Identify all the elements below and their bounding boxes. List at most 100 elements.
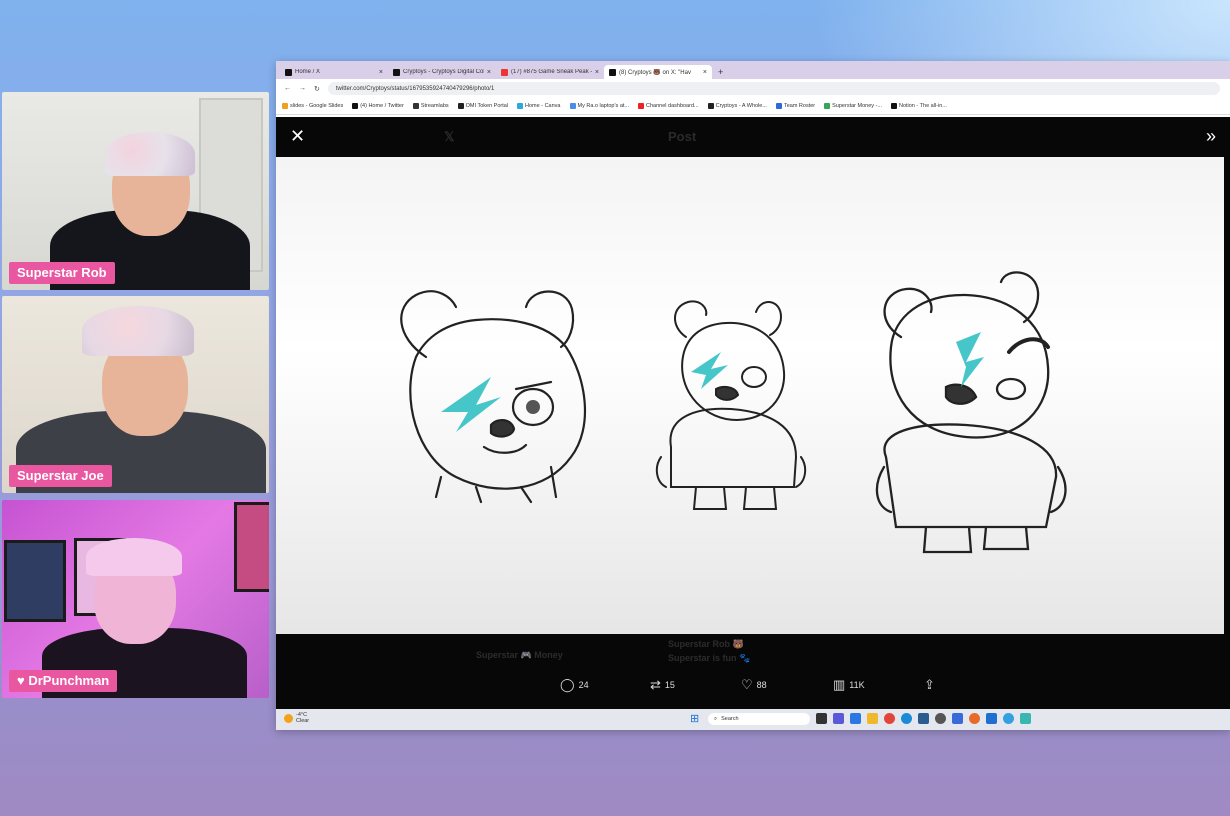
bookmark-icon xyxy=(707,103,714,109)
heart-icon: ♥ xyxy=(17,673,29,688)
close-tab-icon[interactable]: × xyxy=(703,69,707,76)
task-view-icon[interactable] xyxy=(816,713,827,724)
bookmark[interactable]: Home - Canva xyxy=(517,103,561,109)
firefox-icon[interactable] xyxy=(969,713,980,724)
x-icon xyxy=(393,68,400,76)
bookmark[interactable]: (4) Home / Twitter xyxy=(352,103,404,109)
comment-icon: ◯ xyxy=(560,677,575,692)
heart-icon: ♡ xyxy=(741,677,753,692)
view-count: 11K xyxy=(849,680,865,690)
participant-name-tag: ♥ DrPunchman xyxy=(9,670,118,692)
background-post-text: Superstar is fun 🐾 xyxy=(668,653,751,663)
x-icon xyxy=(609,68,616,76)
bookmark[interactable]: Cryptoys - A Whole... xyxy=(707,103,767,109)
reply-button[interactable]: ◯ 24 xyxy=(560,677,589,693)
weather-text: Clear xyxy=(296,718,310,724)
teams-icon[interactable] xyxy=(833,713,844,724)
background-post-text: Superstar 🎮 Money xyxy=(476,650,563,660)
new-tab-button[interactable]: + xyxy=(712,67,729,79)
security-icon[interactable] xyxy=(986,713,997,724)
webcam-tile-joe: Superstar Joe xyxy=(2,296,269,493)
sun-icon xyxy=(284,713,293,723)
x-logo-icon: 𝕏 xyxy=(444,129,455,144)
bookmark[interactable]: OMI Token Portal xyxy=(457,103,509,109)
tab-home[interactable]: Home / X × xyxy=(280,65,388,79)
back-icon[interactable]: ← xyxy=(284,85,291,92)
person-cap xyxy=(105,132,195,176)
chrome-profile-icon[interactable] xyxy=(1003,713,1014,724)
bear-scar-mark xyxy=(691,352,728,389)
close-tab-icon[interactable]: × xyxy=(379,69,383,76)
tab-title: (8) Cryptoys 🐻 on X: "Hav xyxy=(619,69,691,76)
bookmark-label: Superstar Money -... xyxy=(832,103,882,109)
views-button[interactable]: ▥ 11K xyxy=(833,677,865,693)
bear-body-sketch xyxy=(655,300,807,510)
edge-browser-icon[interactable] xyxy=(901,713,912,724)
obs-icon[interactable] xyxy=(935,713,946,724)
bookmark-icon xyxy=(457,103,464,109)
bookmark-icon xyxy=(824,103,831,109)
repost-button[interactable]: ⇄ 15 xyxy=(650,677,675,693)
like-button[interactable]: ♡ 88 xyxy=(741,677,767,693)
app-icon[interactable] xyxy=(1020,713,1031,724)
bear-body-sketch xyxy=(875,271,1067,554)
reload-icon[interactable]: ↻ xyxy=(314,85,320,93)
tab-youtube[interactable]: (17) #875 Game Sneak Peak - × xyxy=(496,65,604,79)
bookmark[interactable]: Superstar Money -... xyxy=(824,103,882,109)
close-tab-icon[interactable]: × xyxy=(595,69,599,76)
bookmark-label: OMI Token Portal xyxy=(465,103,509,109)
app-icon[interactable] xyxy=(952,713,963,724)
edge-icon[interactable] xyxy=(850,713,861,724)
search-icon: ⌕ xyxy=(714,715,718,722)
bookmark-label: Notion - The all-in... xyxy=(898,103,947,109)
address-bar[interactable]: twitter.com/Cryptoys/status/167953592474… xyxy=(327,82,1220,95)
bookmark-label: slides - Google Slides xyxy=(290,103,344,109)
bookmark-label: Streamlabs xyxy=(420,103,449,109)
close-icon[interactable]: ✕ xyxy=(290,126,305,147)
repost-count: 15 xyxy=(664,680,675,690)
photo-viewer: ✕ 𝕏 Post » Superstar 🎮 Money Superstar R… xyxy=(276,117,1230,709)
participant-name: DrPunchman xyxy=(28,673,110,688)
bookmark-icon xyxy=(352,103,359,109)
chrome-icon[interactable] xyxy=(884,713,895,724)
bookmark[interactable]: Streamlabs xyxy=(412,103,449,109)
file-explorer-icon[interactable] xyxy=(867,713,878,724)
tab-title: Home / X xyxy=(295,69,321,75)
viewer-title: Post xyxy=(668,129,697,144)
windows-start-icon[interactable]: ⊞ xyxy=(690,712,699,725)
expand-icon[interactable]: » xyxy=(1206,126,1216,147)
bear-head-sketch xyxy=(400,290,587,504)
bookmark[interactable]: slides - Google Slides xyxy=(282,103,343,109)
bookmark-icon xyxy=(775,103,782,109)
share-button[interactable]: ⇪ xyxy=(924,677,935,693)
bookmarks-bar: slides - Google Slides (4) Home / Twitte… xyxy=(276,98,1230,115)
bear-sketches-illustration xyxy=(400,271,1067,554)
x-icon xyxy=(285,68,292,76)
bookmark-icon xyxy=(412,103,419,109)
background-post-text: Superstar Rob 🐻 xyxy=(668,639,744,649)
browser-window: Home / X × Cryptoys - Cryptoys Digital Co… xyxy=(276,61,1230,730)
search-placeholder: Search xyxy=(721,716,739,722)
bookmark[interactable]: Notion - The all-in... xyxy=(890,103,947,109)
like-count: 88 xyxy=(756,680,767,690)
store-icon[interactable] xyxy=(918,713,929,724)
taskbar-search[interactable]: ⌕ Search xyxy=(708,713,810,725)
forward-icon[interactable]: → xyxy=(299,85,306,92)
address-row: ← → ↻ twitter.com/Cryptoys/status/167953… xyxy=(276,79,1230,98)
bookmark-label: Cryptoys - A Whole... xyxy=(715,103,767,109)
wall-poster xyxy=(234,502,269,592)
bookmark[interactable]: Team Roster xyxy=(775,103,815,109)
bookmark[interactable]: Channel dashboard... xyxy=(638,103,699,109)
post-actions-bar: ◯ 24 ⇄ 15 ♡ 88 ▥ 11K ⇪ xyxy=(276,677,1230,699)
tab-cryptoys-post[interactable]: (8) Cryptoys 🐻 on X: "Hav × xyxy=(604,65,712,79)
webcam-tile-rob: Superstar Rob xyxy=(2,92,269,290)
close-tab-icon[interactable]: × xyxy=(487,69,491,76)
webcam-tile-drpunchman: ♥ DrPunchman xyxy=(2,500,269,698)
reply-count: 24 xyxy=(578,680,589,690)
weather-widget[interactable]: -4°C Clear xyxy=(284,712,309,724)
taskbar-apps xyxy=(816,713,1031,724)
bookmark[interactable]: My Ra.o laptop's at... xyxy=(569,103,629,109)
repost-icon: ⇄ xyxy=(650,677,661,692)
tab-cryptoys[interactable]: Cryptoys - Cryptoys Digital Col × xyxy=(388,65,496,79)
bookmark-icon xyxy=(638,103,644,109)
